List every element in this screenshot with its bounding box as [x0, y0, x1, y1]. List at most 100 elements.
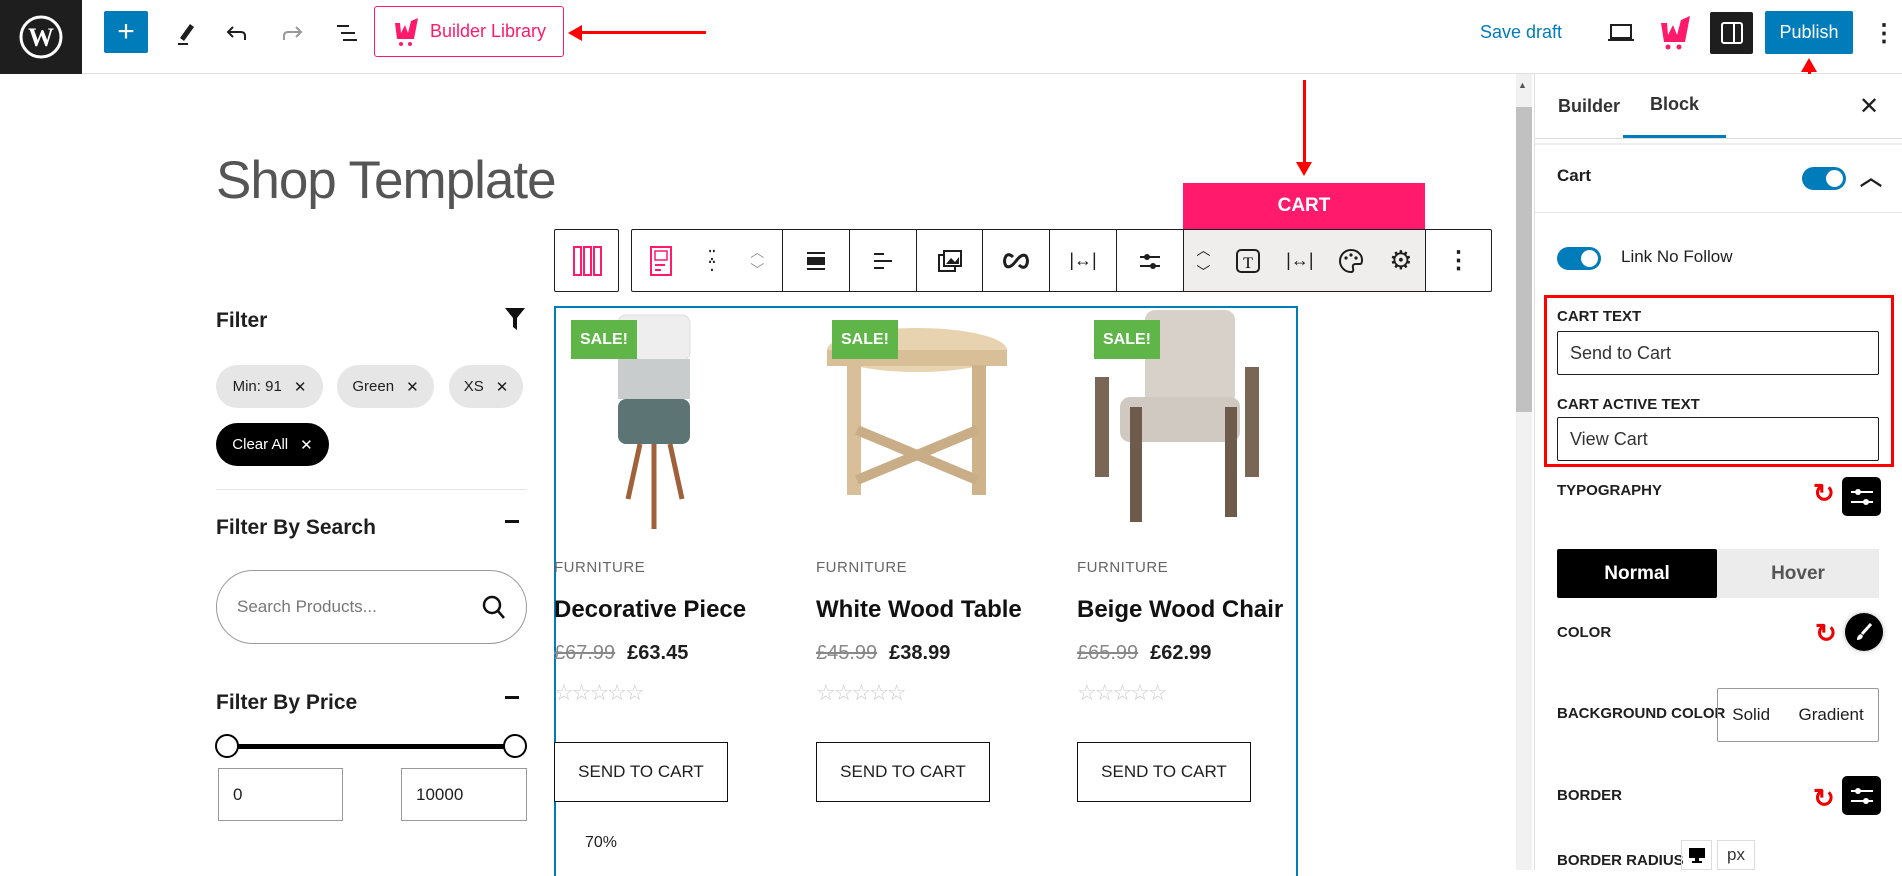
- gallery-button[interactable]: [917, 230, 983, 291]
- sale-badge: SALE!: [1094, 320, 1160, 359]
- send-to-cart-button[interactable]: SEND TO CART: [554, 742, 728, 802]
- cart-text-input[interactable]: Send to Cart: [1557, 331, 1879, 375]
- link-button[interactable]: [983, 230, 1050, 291]
- annotation-arrowhead: [1296, 162, 1312, 176]
- sliders-icon: [1140, 253, 1160, 269]
- typography-settings-button[interactable]: [1842, 477, 1881, 516]
- width-icon[interactable]: |↔|: [1286, 250, 1313, 271]
- canvas-scrollbar[interactable]: ▲: [1516, 74, 1532, 870]
- drag-handle-icon[interactable]: ⁚⁚ ⁚: [707, 248, 717, 274]
- document-overview-button[interactable]: [332, 16, 362, 50]
- price-min-handle[interactable]: [215, 734, 239, 758]
- preview-button[interactable]: [1604, 16, 1638, 50]
- close-sidebar-button[interactable]: ✕: [1859, 92, 1879, 121]
- link-icon: [1003, 252, 1029, 269]
- close-icon[interactable]: ✕: [496, 378, 509, 396]
- add-block-button[interactable]: +: [104, 11, 148, 53]
- undo-button[interactable]: [222, 16, 252, 50]
- funnel-icon[interactable]: [504, 306, 526, 332]
- rating-stars-icon: ☆☆☆☆☆: [1077, 680, 1168, 705]
- cart-section-title[interactable]: Cart: [1557, 166, 1591, 186]
- chip-label: Green: [352, 378, 395, 395]
- text-icon[interactable]: T: [1235, 248, 1261, 274]
- palette-icon[interactable]: [1338, 248, 1364, 274]
- filter-chip[interactable]: Green ✕: [337, 365, 434, 408]
- scroll-up-icon[interactable]: ▲: [1518, 80, 1527, 90]
- block-label-tab: CART: [1183, 183, 1425, 229]
- product-category[interactable]: FURNITURE: [554, 559, 645, 576]
- typography-label: TYPOGRAPHY: [1557, 482, 1663, 499]
- align-left-icon: [874, 252, 892, 269]
- close-icon[interactable]: ✕: [294, 378, 307, 396]
- close-icon[interactable]: ✕: [406, 378, 419, 396]
- laptop-icon: [1608, 24, 1634, 41]
- send-to-cart-button[interactable]: SEND TO CART: [1077, 742, 1251, 802]
- scrollbar-thumb[interactable]: [1516, 107, 1532, 412]
- gallery-icon: [937, 249, 962, 272]
- collapse-minus-icon[interactable]: [505, 696, 519, 699]
- save-draft-button[interactable]: Save draft: [1480, 22, 1562, 43]
- state-tab-hover[interactable]: Hover: [1717, 549, 1879, 598]
- reset-icon[interactable]: ↻: [1815, 618, 1837, 649]
- product-category[interactable]: FURNITURE: [1077, 559, 1168, 576]
- width-button[interactable]: |↔|: [1050, 230, 1117, 291]
- publish-button[interactable]: Publish: [1765, 11, 1853, 54]
- link-no-follow-toggle[interactable]: [1557, 247, 1601, 270]
- more-options-button[interactable]: ⋮: [1426, 230, 1491, 291]
- collapse-minus-icon[interactable]: [505, 520, 519, 523]
- chevron-up-icon[interactable]: ︿: [1860, 160, 1882, 192]
- divider: [1535, 138, 1902, 139]
- align-button[interactable]: [783, 230, 850, 291]
- reset-icon[interactable]: ↻: [1813, 783, 1835, 814]
- filter-by-search-title: Filter By Search: [216, 516, 376, 539]
- price-max-input[interactable]: 10000: [401, 768, 527, 821]
- sale-price: £62.99: [1150, 642, 1212, 664]
- color-picker-button[interactable]: [1845, 613, 1883, 651]
- search-products-input[interactable]: Search Products...: [216, 570, 527, 644]
- search-icon[interactable]: [482, 595, 506, 621]
- clear-all-label: Clear All: [232, 436, 289, 453]
- device-toggle-button[interactable]: [1681, 840, 1712, 870]
- clear-all-button[interactable]: Clear All ✕: [216, 423, 329, 466]
- divider: [1535, 143, 1902, 145]
- price-max-handle[interactable]: [503, 734, 527, 758]
- tools-button[interactable]: [170, 16, 200, 50]
- gradient-option[interactable]: Gradient: [1799, 705, 1864, 725]
- sliders-icon: [1850, 787, 1873, 804]
- wordpress-logo-button[interactable]: W: [0, 0, 82, 74]
- reset-icon[interactable]: ↻: [1813, 478, 1835, 509]
- cart-active-text-input[interactable]: View Cart: [1557, 417, 1879, 461]
- page-title[interactable]: Shop Template: [216, 150, 557, 211]
- filter-chip[interactable]: XS ✕: [449, 365, 523, 408]
- builder-library-button[interactable]: Builder Library: [374, 6, 564, 57]
- move-up-down-icon[interactable]: ︿ ﹀: [750, 243, 764, 279]
- tab-builder[interactable]: Builder: [1558, 96, 1620, 117]
- product-category[interactable]: FURNITURE: [816, 559, 907, 576]
- unit-select[interactable]: px: [1717, 840, 1755, 870]
- cart-enable-toggle[interactable]: [1802, 167, 1846, 190]
- product-name[interactable]: Decorative Piece: [554, 596, 746, 624]
- justify-button[interactable]: [850, 230, 917, 291]
- parent-block-button[interactable]: [554, 229, 619, 292]
- pencil-icon: [178, 24, 194, 45]
- settings-sliders-button[interactable]: [1117, 230, 1184, 291]
- border-settings-button[interactable]: [1842, 776, 1881, 815]
- options-menu-button[interactable]: ⋮: [1872, 16, 1896, 50]
- settings-sidebar-toggle[interactable]: [1710, 12, 1753, 54]
- product-name[interactable]: Beige Wood Chair: [1077, 596, 1283, 624]
- redo-button[interactable]: [277, 16, 307, 50]
- move-up-down-icon[interactable]: ︿ ﹀: [1196, 239, 1210, 283]
- shopbuilder-button[interactable]: [1656, 14, 1694, 52]
- chip-label: XS: [463, 378, 484, 395]
- product-name[interactable]: White Wood Table: [816, 596, 1022, 624]
- gear-icon[interactable]: ⚙: [1389, 245, 1412, 276]
- shopbuilder-logo-icon: [1661, 16, 1690, 50]
- product-grid-icon[interactable]: [649, 245, 672, 276]
- state-tab-normal[interactable]: Normal: [1557, 549, 1717, 598]
- send-to-cart-button[interactable]: SEND TO CART: [816, 742, 990, 802]
- chip-label: Min: 91: [232, 378, 282, 395]
- filter-chip[interactable]: Min: 91 ✕: [216, 365, 323, 408]
- tab-block[interactable]: Block: [1623, 74, 1726, 138]
- solid-option[interactable]: Solid: [1732, 705, 1770, 725]
- price-min-input[interactable]: 0: [218, 768, 343, 821]
